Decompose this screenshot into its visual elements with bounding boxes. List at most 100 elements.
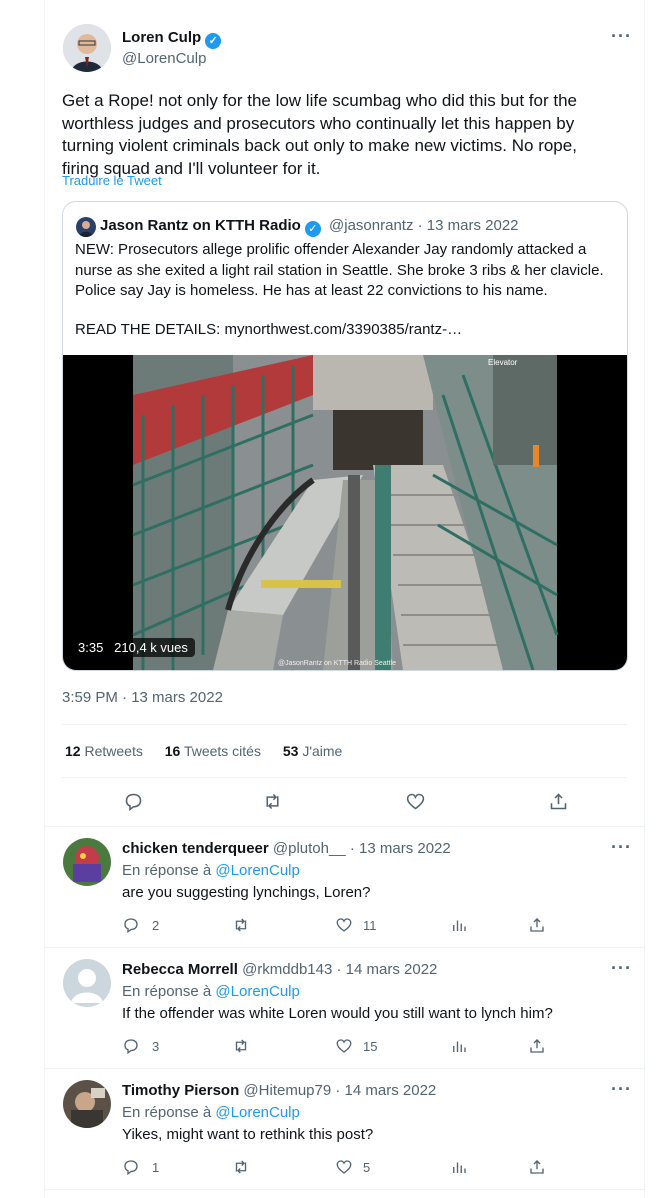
tweet-stats: 12 Retweets 16 Tweets cités 53 J'aime [65, 743, 342, 759]
author-name-row: Loren Culp ✓ [122, 29, 222, 49]
likes-label: J'aime [302, 743, 343, 759]
retweet-button[interactable] [262, 791, 283, 812]
likes-count: 53 [282, 743, 299, 759]
video-frame-image: Elevator @JasonRantz on KTTH Radio Seatt… [132, 355, 559, 670]
analytics-button[interactable] [450, 916, 468, 934]
replying-to: En réponse à @LorenCulp [122, 862, 300, 879]
likes-stat[interactable]: 53 J'aime [283, 743, 343, 759]
quotes-stat[interactable]: 16 Tweets cités [165, 743, 261, 759]
like-count: 11 [363, 917, 377, 933]
retweets-stat[interactable]: 12 Retweets [65, 743, 143, 759]
author-handle[interactable]: @LorenCulp [122, 50, 206, 67]
reply-icon [124, 1039, 138, 1055]
like-button[interactable]: 5 [335, 1158, 370, 1176]
replying-to-label: En réponse à [122, 983, 212, 1000]
verified-badge-icon: ✓ [205, 33, 222, 49]
author-name[interactable]: Loren Culp [122, 29, 201, 46]
reply-handle[interactable]: @Hitemup79 [243, 1082, 331, 1099]
jason-rantz-avatar [76, 217, 96, 237]
like-button[interactable]: 11 [335, 916, 377, 934]
reply-button[interactable]: 1 [122, 1158, 159, 1176]
divider [62, 777, 627, 778]
elevator-sign: Elevator [488, 358, 518, 367]
reply-button[interactable] [123, 791, 144, 812]
replying-to-link[interactable]: @LorenCulp [215, 983, 299, 1000]
retweets-count: 12 [65, 743, 81, 759]
divider [62, 724, 627, 725]
retweet-button[interactable] [232, 1158, 258, 1176]
share-icon [550, 793, 567, 810]
reply-date[interactable]: · 14 mars 2022 [335, 1082, 436, 1099]
reply-text: are you suggesting lynchings, Loren? [122, 884, 371, 901]
reply-count: 2 [152, 917, 160, 933]
reply-date[interactable]: · 13 mars 2022 [350, 840, 451, 857]
like-count: 5 [363, 1159, 371, 1175]
quotes-count: 16 [164, 743, 181, 759]
quoted-text: NEW: Prosecutors allege prolific offende… [75, 241, 604, 299]
more-dots-icon[interactable]: ··· [611, 959, 632, 977]
heart-icon [336, 1160, 352, 1174]
reply-author-name[interactable]: Timothy Pierson [122, 1082, 239, 1099]
analytics-icon [453, 1162, 466, 1173]
tweet-timestamp[interactable]: 3:59 PM · 13 mars 2022 [62, 689, 223, 706]
reply-author-name[interactable]: Rebecca Morrell [122, 961, 238, 978]
reply-button[interactable]: 2 [122, 916, 159, 934]
reply-avatar[interactable] [63, 959, 111, 1007]
divider [45, 947, 644, 948]
more-dots-icon[interactable]: ··· [611, 838, 632, 856]
share-button[interactable] [528, 1158, 546, 1176]
divider [45, 826, 644, 827]
verified-badge-icon: ✓ [304, 221, 321, 237]
replying-to-link[interactable]: @LorenCulp [215, 862, 299, 879]
like-button[interactable] [405, 791, 426, 812]
reply-icon [124, 1160, 138, 1176]
video-views: 210,4 k vues [114, 640, 188, 655]
replying-to-label: En réponse à [122, 862, 212, 879]
replying-to: En réponse à @LorenCulp [122, 983, 300, 1000]
share-icon [530, 1039, 544, 1053]
retweet-icon [235, 918, 247, 932]
quoted-tweet-card[interactable]: Jason Rantz on KTTH Radio ✓ @jasonrantz ·… [62, 201, 628, 671]
heart-icon [336, 918, 352, 932]
like-count: 15 [363, 1038, 378, 1054]
retweet-button[interactable] [232, 1037, 258, 1055]
reply-handle[interactable]: @plutoh__ [273, 840, 346, 857]
translate-link[interactable]: Traduire le Tweet [62, 173, 162, 188]
replying-to-label: En réponse à [122, 1104, 212, 1121]
share-button[interactable] [528, 1037, 546, 1055]
heart-icon [406, 793, 425, 810]
like-button[interactable]: 15 [335, 1037, 377, 1055]
share-button[interactable] [548, 791, 569, 812]
retweet-button[interactable] [232, 916, 258, 934]
analytics-icon [453, 1041, 466, 1052]
video-player[interactable]: Elevator @JasonRantz on KTTH Radio Seatt… [63, 355, 627, 670]
reply-icon [124, 918, 138, 934]
reply-author-name[interactable]: chicken tenderqueer [122, 840, 269, 857]
reply-text: Yikes, might want to rethink this post? [122, 1126, 374, 1143]
reply-handle[interactable]: @rkmddb143 [242, 961, 332, 978]
video-info-badge: 3:35 210,4 k vues [71, 638, 195, 657]
replying-to-link[interactable]: @LorenCulp [215, 1104, 299, 1121]
timeline-column: Loren Culp ✓ @LorenCulp ··· Get a Rope! n… [44, 0, 645, 1198]
retweet-icon [266, 793, 279, 810]
reply-header: Timothy Pierson @Hitemup79 · 14 mars 202… [122, 1082, 436, 1099]
reply-avatar[interactable] [63, 1080, 111, 1128]
quoted-author-name: Jason Rantz on KTTH Radio [100, 217, 301, 234]
reply-icon [125, 793, 142, 811]
analytics-button[interactable] [450, 1037, 468, 1055]
divider [45, 1189, 644, 1190]
share-icon [530, 918, 544, 932]
quoted-author-row: Jason Rantz on KTTH Radio ✓ @jasonrantz ·… [100, 217, 519, 237]
reply-date[interactable]: · 14 mars 2022 [337, 961, 438, 978]
reply-button[interactable]: 3 [122, 1037, 159, 1055]
reply-text: If the offender was white Loren would yo… [122, 1005, 553, 1022]
more-dots-icon[interactable]: ··· [611, 27, 632, 45]
quoted-date: · 13 mars 2022 [417, 217, 519, 234]
share-button[interactable] [528, 916, 546, 934]
video-watermark: @JasonRantz on KTTH Radio Seattle [278, 660, 396, 667]
analytics-button[interactable] [450, 1158, 468, 1176]
reply-avatar[interactable] [63, 838, 111, 886]
loren-culp-avatar[interactable] [63, 24, 111, 72]
more-dots-icon[interactable]: ··· [611, 1080, 632, 1098]
share-icon [530, 1160, 544, 1174]
